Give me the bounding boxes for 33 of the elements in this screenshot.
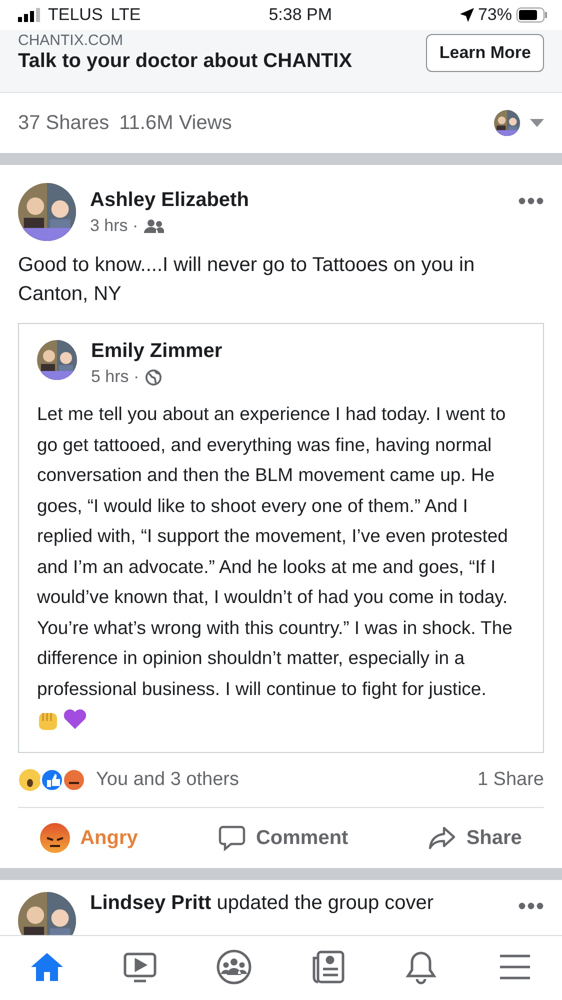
share-icon xyxy=(428,824,456,852)
more-icon[interactable] xyxy=(518,902,544,910)
share-button[interactable]: Share xyxy=(422,818,528,858)
more-icon[interactable] xyxy=(518,197,544,205)
ad-headline: Talk to your doctor about CHANTIX xyxy=(18,50,352,73)
reaction-summary[interactable]: You and 3 others xyxy=(96,769,239,791)
author-name[interactable]: Emily Zimmer xyxy=(91,340,222,363)
comment-button[interactable]: Comment xyxy=(212,818,354,858)
post-text: Lindsey Pritt updated the group cover xyxy=(90,892,435,916)
author-name[interactable]: Ashley Elizabeth xyxy=(90,189,504,212)
post-time: 3 hrs · xyxy=(90,216,138,236)
globe-icon xyxy=(145,368,162,386)
network-type: LTE xyxy=(110,5,141,25)
caret-icon[interactable] xyxy=(530,119,544,127)
angry-face-icon xyxy=(40,823,70,853)
view-count: 11.6M Views xyxy=(119,112,232,134)
learn-more-button[interactable]: Learn More xyxy=(426,34,544,72)
heart-icon xyxy=(63,708,87,730)
share-count: 37 Shares xyxy=(18,112,110,134)
friends-icon xyxy=(144,219,164,233)
shared-post-card[interactable] xyxy=(18,323,544,753)
clock: 5:38 PM xyxy=(268,5,332,25)
battery-percent: 73% xyxy=(478,5,512,25)
ad-domain: CHANTIX.COM xyxy=(18,32,124,50)
post-time: 5 hrs · xyxy=(91,367,140,387)
comment-icon xyxy=(218,824,246,852)
signal-icon xyxy=(18,8,40,22)
post-text: Good to know....I will never go to Tattooes on you in Canton, NY xyxy=(17,253,476,307)
location-arrow-icon xyxy=(460,8,474,22)
carrier-name: TELUS xyxy=(48,5,103,25)
shared-post-text: Let me tell you about an experience I had today. I went to go get tattooed, and everything was fine, having normal conversation and then the BLM movement came up. He goes, “I would like to shoot every one of them.” And I replied with, “I support the movement, I’ve even protested and I’m an advocate.” And he looks at me and goes, “If I would’ve known that, I wouldn’t of had you come in today. You’re what’s wrong with this country.” I was in shock. The difference in opinion shouldn’t matter, especially in a professional business. I will continue to fight for justice. xyxy=(37,402,514,701)
share-count[interactable]: 1 Share xyxy=(477,769,544,791)
battery-icon xyxy=(516,7,548,23)
